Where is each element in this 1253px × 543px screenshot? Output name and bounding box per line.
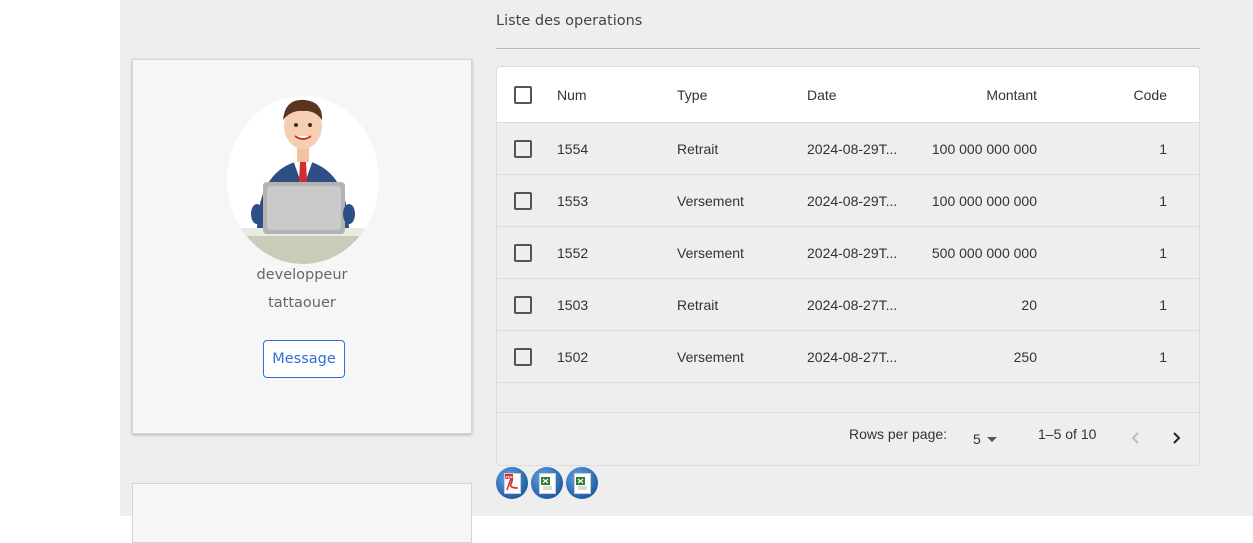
next-page-button[interactable] [1163,425,1189,451]
title-divider [496,48,1200,49]
row-type: Retrait [677,296,719,313]
row-code: 1 [1159,348,1167,365]
row-montant: 100 000 000 000 [931,192,1037,209]
pdf-export-button[interactable]: PDF [496,467,528,499]
row-num: 1552 [557,244,589,261]
table-pagination: Rows per page: 5 1–5 of 10 [497,412,1199,465]
select-all-cell [512,67,534,122]
row-select-cell [512,279,534,330]
profile-role: developpeur [256,267,348,283]
row-code: 1 [1159,244,1167,261]
profile-name: tattaouer [268,295,336,311]
row-checkbox[interactable] [514,243,532,262]
row-type: Versement [677,192,744,209]
column-header-date[interactable]: Date [807,67,905,122]
row-date: 2024-08-27T... [807,297,898,313]
row-code: 1 [1159,296,1167,313]
row-montant: 100 000 000 000 [931,140,1037,157]
excel-glyph-icon [575,476,587,489]
row-type: Versement [677,348,744,365]
svg-text:PDF: PDF [505,475,513,479]
row-select-cell [512,227,534,278]
excel-export-icon [538,472,556,494]
row-checkbox[interactable] [514,347,532,366]
chevron-right-icon [1173,432,1181,444]
table-row[interactable]: 1554 Retrait 2024-08-29T... 100 000 000 … [497,123,1199,175]
row-code: 1 [1159,192,1167,209]
row-checkbox[interactable] [514,191,532,210]
dropdown-caret-icon [986,436,997,442]
column-header-montant[interactable]: Montant [917,67,1037,122]
row-select-cell [512,123,534,174]
table-row[interactable]: 1502 Versement 2024-08-27T... 250 1 [497,331,1199,383]
row-num: 1553 [557,192,589,209]
row-code: 1 [1159,140,1167,157]
operations-title: Liste des operations [496,13,643,29]
secondary-card [132,483,472,543]
operations-table: Num Type Date Montant Code 1554 Retrait … [496,66,1200,466]
row-date: 2024-08-29T... [807,193,898,209]
row-checkbox[interactable] [514,139,532,158]
table-row[interactable]: 1503 Retrait 2024-08-27T... 20 1 [497,279,1199,331]
pdf-export-icon: PDF [503,472,521,494]
excel-export-button[interactable] [531,467,563,499]
row-montant: 20 [1021,296,1037,313]
message-button[interactable]: Message [263,340,345,378]
select-all-checkbox[interactable] [514,85,532,104]
row-montant: 500 000 000 000 [931,244,1037,261]
row-select-cell [512,331,534,382]
excel-glyph-icon [540,476,552,489]
table-row[interactable]: 1552 Versement 2024-08-29T... 500 000 00… [497,227,1199,279]
row-type: Retrait [677,140,719,157]
pdf-glyph-icon: PDF [504,473,518,490]
row-num: 1503 [557,296,589,313]
excel-export-button[interactable] [566,467,598,499]
previous-page-button[interactable] [1123,425,1149,451]
profile-card: developpeur tattaouer Message [132,59,472,434]
export-toolbar: PDF [496,467,598,499]
row-checkbox[interactable] [514,295,532,314]
table-header: Num Type Date Montant Code [497,67,1199,123]
user-avatar [227,96,379,264]
row-num: 1554 [557,140,589,157]
rows-per-page-select[interactable]: 5 [973,431,997,447]
excel-export-icon [573,472,591,494]
row-date: 2024-08-27T... [807,349,898,365]
column-header-type[interactable]: Type [677,67,787,122]
row-num: 1502 [557,348,589,365]
table-row[interactable]: 1553 Versement 2024-08-29T... 100 000 00… [497,175,1199,227]
column-header-num[interactable]: Num [557,67,657,122]
row-montant: 250 [1013,348,1037,365]
row-date: 2024-08-29T... [807,245,898,261]
rows-per-page-label: Rows per page: [849,426,948,442]
row-select-cell [512,175,534,226]
pagination-range: 1–5 of 10 [1038,426,1097,442]
chevron-left-icon [1131,432,1139,444]
row-date: 2024-08-29T... [807,141,898,157]
column-header-code[interactable]: Code [1097,67,1167,122]
row-type: Versement [677,244,744,261]
rows-per-page-value: 5 [973,431,981,447]
